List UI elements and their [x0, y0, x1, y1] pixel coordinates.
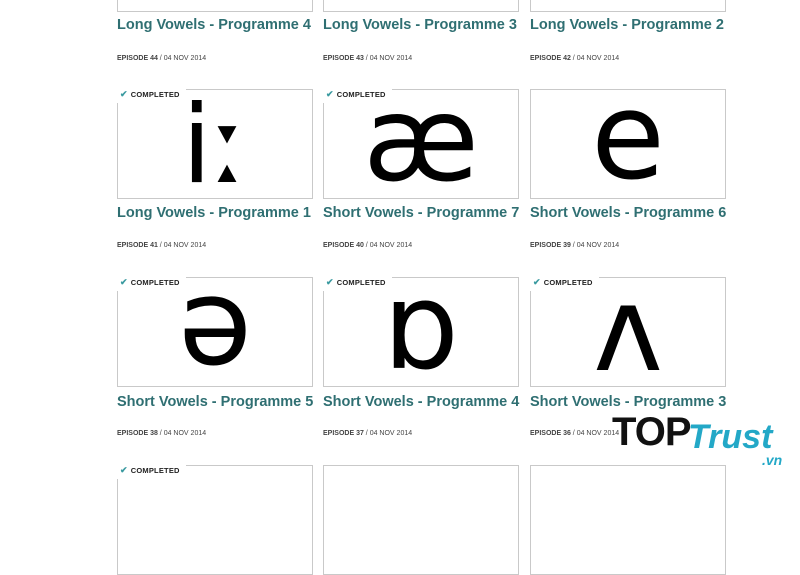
check-icon: ✔ — [120, 89, 128, 99]
episode-title[interactable]: Long Vowels - Programme 2 — [530, 18, 730, 33]
episode-title[interactable]: Long Vowels - Programme 4 — [117, 18, 317, 33]
episode-thumbnail[interactable] — [323, 465, 519, 575]
episode-number: EPISODE 37 — [323, 430, 364, 437]
episode-number: EPISODE 40 — [323, 242, 364, 249]
check-icon: ✔ — [120, 465, 128, 475]
episode-meta: EPISODE 39 / 04 NOV 2014 — [530, 242, 619, 249]
episode-date: 04 NOV 2014 — [369, 430, 413, 437]
episode-thumbnail[interactable] — [117, 465, 313, 575]
episode-date: 04 NOV 2014 — [576, 242, 620, 249]
episode-meta: EPISODE 40 / 04 NOV 2014 — [323, 242, 412, 249]
phoneme-symbol: iː — [181, 89, 249, 199]
episode-date: 04 NOV 2014 — [163, 242, 207, 249]
episode-thumbnail[interactable]: ʌ — [530, 277, 726, 387]
completed-badge: ✔ COMPLETED — [323, 87, 392, 103]
episode-meta: EPISODE 36 / 04 NOV 2014 — [530, 430, 619, 437]
episode-thumbnail[interactable] — [530, 465, 726, 575]
completed-badge: ✔ COMPLETED — [117, 87, 186, 103]
phoneme-symbol: e — [591, 89, 665, 199]
phoneme-symbol: æ — [363, 89, 479, 199]
watermark-trust: Trust — [688, 418, 773, 456]
watermark-logo: TOP Trust .vn — [612, 402, 792, 472]
episode-number: EPISODE 44 — [117, 55, 158, 62]
episode-title[interactable]: Short Vowels - Programme 4 — [323, 395, 523, 410]
episode-number: EPISODE 42 — [530, 55, 571, 62]
episode-meta: EPISODE 37 / 04 NOV 2014 — [323, 430, 412, 437]
episode-number: EPISODE 41 — [117, 242, 158, 249]
episode-thumbnail[interactable]: iː — [117, 89, 313, 199]
episode-thumbnail[interactable]: e — [530, 89, 726, 199]
episode-thumbnail[interactable]: ɒ — [323, 277, 519, 387]
episode-title[interactable]: Long Vowels - Programme 1 — [117, 206, 317, 221]
episode-number: EPISODE 43 — [323, 55, 364, 62]
phoneme-symbol: ə — [178, 277, 252, 387]
episode-date: 04 NOV 2014 — [369, 242, 413, 249]
phoneme-symbol: ʌ — [593, 277, 663, 387]
episode-thumbnail[interactable]: æ — [323, 89, 519, 199]
episode-date: 04 NOV 2014 — [576, 55, 620, 62]
completed-badge: ✔ COMPLETED — [117, 275, 186, 291]
watermark-top: TOP — [612, 410, 692, 454]
watermark-vn: .vn — [762, 452, 783, 468]
episode-date: 04 NOV 2014 — [163, 430, 207, 437]
episode-meta: EPISODE 38 / 04 NOV 2014 — [117, 430, 206, 437]
completed-badge: ✔ COMPLETED — [117, 463, 186, 479]
episode-title[interactable]: Short Vowels - Programme 6 — [530, 206, 730, 221]
phoneme-symbol: ɒ — [382, 277, 460, 387]
episode-title[interactable]: Short Vowels - Programme 5 — [117, 395, 317, 410]
episode-meta: EPISODE 43 / 04 NOV 2014 — [323, 55, 412, 62]
episode-meta: EPISODE 44 / 04 NOV 2014 — [117, 55, 206, 62]
episode-thumbnail[interactable]: ə — [117, 277, 313, 387]
check-icon: ✔ — [533, 277, 541, 287]
episode-title[interactable]: Short Vowels - Programme 7 — [323, 206, 523, 221]
check-icon: ✔ — [326, 89, 334, 99]
episode-meta: EPISODE 41 / 04 NOV 2014 — [117, 242, 206, 249]
episode-number: EPISODE 38 — [117, 430, 158, 437]
check-icon: ✔ — [326, 277, 334, 287]
episode-number: EPISODE 36 — [530, 430, 571, 437]
episode-title[interactable]: Long Vowels - Programme 3 — [323, 18, 523, 33]
episode-meta: EPISODE 42 / 04 NOV 2014 — [530, 55, 619, 62]
completed-badge: ✔ COMPLETED — [323, 275, 392, 291]
episode-date: 04 NOV 2014 — [163, 55, 207, 62]
episode-number: EPISODE 39 — [530, 242, 571, 249]
episode-thumbnail[interactable] — [117, 0, 313, 12]
episode-thumbnail[interactable] — [323, 0, 519, 12]
episode-thumbnail[interactable] — [530, 0, 726, 12]
completed-badge: ✔ COMPLETED — [530, 275, 599, 291]
episode-date: 04 NOV 2014 — [369, 55, 413, 62]
check-icon: ✔ — [120, 277, 128, 287]
